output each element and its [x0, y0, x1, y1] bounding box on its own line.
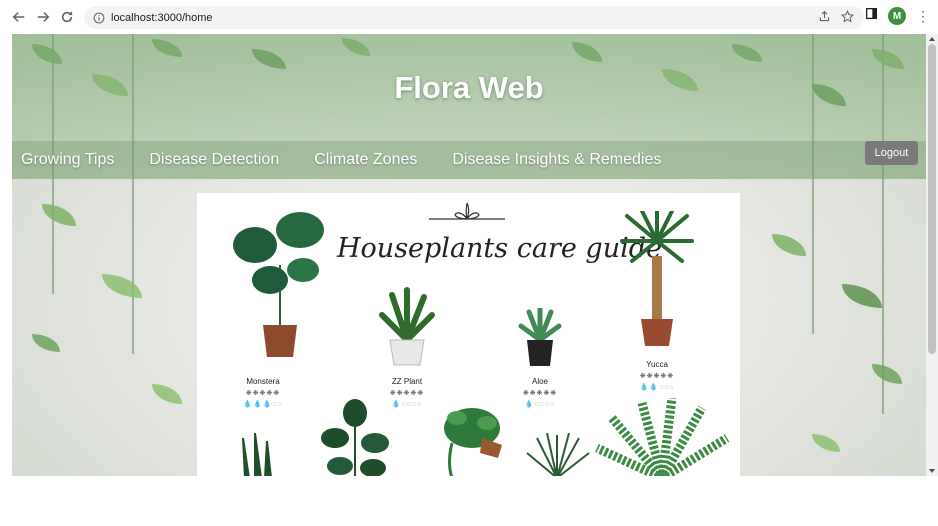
- menu-kebab-icon[interactable]: ⋮: [916, 9, 930, 23]
- vertical-scrollbar[interactable]: [926, 34, 938, 476]
- scroll-down-arrow[interactable]: [929, 469, 935, 473]
- rubber-plant-illustration: [321, 399, 389, 476]
- aloe-illustration: [518, 308, 562, 366]
- reload-icon[interactable]: [56, 6, 78, 28]
- plant-name-zz: ZZ Plant: [391, 377, 423, 386]
- bookmark-star-icon[interactable]: [841, 10, 854, 23]
- browser-toolbar: localhost:3000/home M ⋮: [0, 0, 938, 34]
- info-icon[interactable]: [93, 12, 105, 24]
- sun-rating-yucca: ❋❋❋❋❋: [639, 373, 675, 380]
- nav-growing-tips[interactable]: Growing Tips: [21, 151, 114, 169]
- palm-illustration: [595, 398, 730, 476]
- yucca-illustration: [620, 211, 694, 346]
- back-icon[interactable]: [8, 6, 30, 28]
- water-rating-monstera: 💧💧💧◌◌: [243, 401, 283, 408]
- water-rating-aloe: 💧◌◌◌◌: [524, 401, 556, 408]
- site-title: Flora Web: [394, 70, 544, 105]
- plant-name-yucca: Yucca: [646, 360, 668, 369]
- pothos-illustration: [444, 408, 502, 476]
- logout-button[interactable]: Logout: [865, 141, 918, 165]
- zz-plant-illustration: [379, 287, 435, 366]
- nav-climate-zones[interactable]: Climate Zones: [314, 151, 417, 169]
- main-nav: Growing Tips Disease Detection Climate Z…: [21, 151, 696, 169]
- scroll-up-arrow[interactable]: [929, 37, 935, 41]
- sun-rating-monstera: ❋❋❋❋❋: [245, 390, 281, 397]
- plant-name-aloe: Aloe: [531, 377, 548, 386]
- sun-rating-aloe: ❋❋❋❋❋: [522, 390, 558, 397]
- care-guide-image: Houseplants care guide Monstera ❋❋❋❋❋ 💧💧…: [197, 193, 740, 476]
- url-text[interactable]: localhost:3000/home: [111, 12, 213, 24]
- monstera-illustration: [233, 212, 324, 357]
- page-viewport: Flora Web Growing Tips Disease Detection…: [12, 34, 926, 476]
- nav-disease-detection[interactable]: Disease Detection: [149, 151, 279, 169]
- side-panel-icon[interactable]: [865, 7, 878, 25]
- guide-title: Houseplants care guide: [337, 233, 662, 264]
- forward-icon[interactable]: [32, 6, 54, 28]
- sprout-logo: [429, 202, 505, 220]
- snake-plant-illustration: [242, 433, 272, 476]
- plant-name-monstera: Monstera: [246, 377, 280, 386]
- share-icon[interactable]: [818, 10, 831, 23]
- profile-avatar[interactable]: M: [888, 7, 906, 25]
- scrollbar-thumb[interactable]: [928, 44, 936, 354]
- address-bar[interactable]: localhost:3000/home: [84, 6, 864, 29]
- nav-disease-insights[interactable]: Disease Insights & Remedies: [452, 151, 661, 169]
- water-rating-yucca: 💧💧◌◌◌: [639, 384, 675, 391]
- grass-plant-illustration: [526, 433, 590, 476]
- sun-rating-zz: ❋❋❋❋❋: [389, 390, 425, 397]
